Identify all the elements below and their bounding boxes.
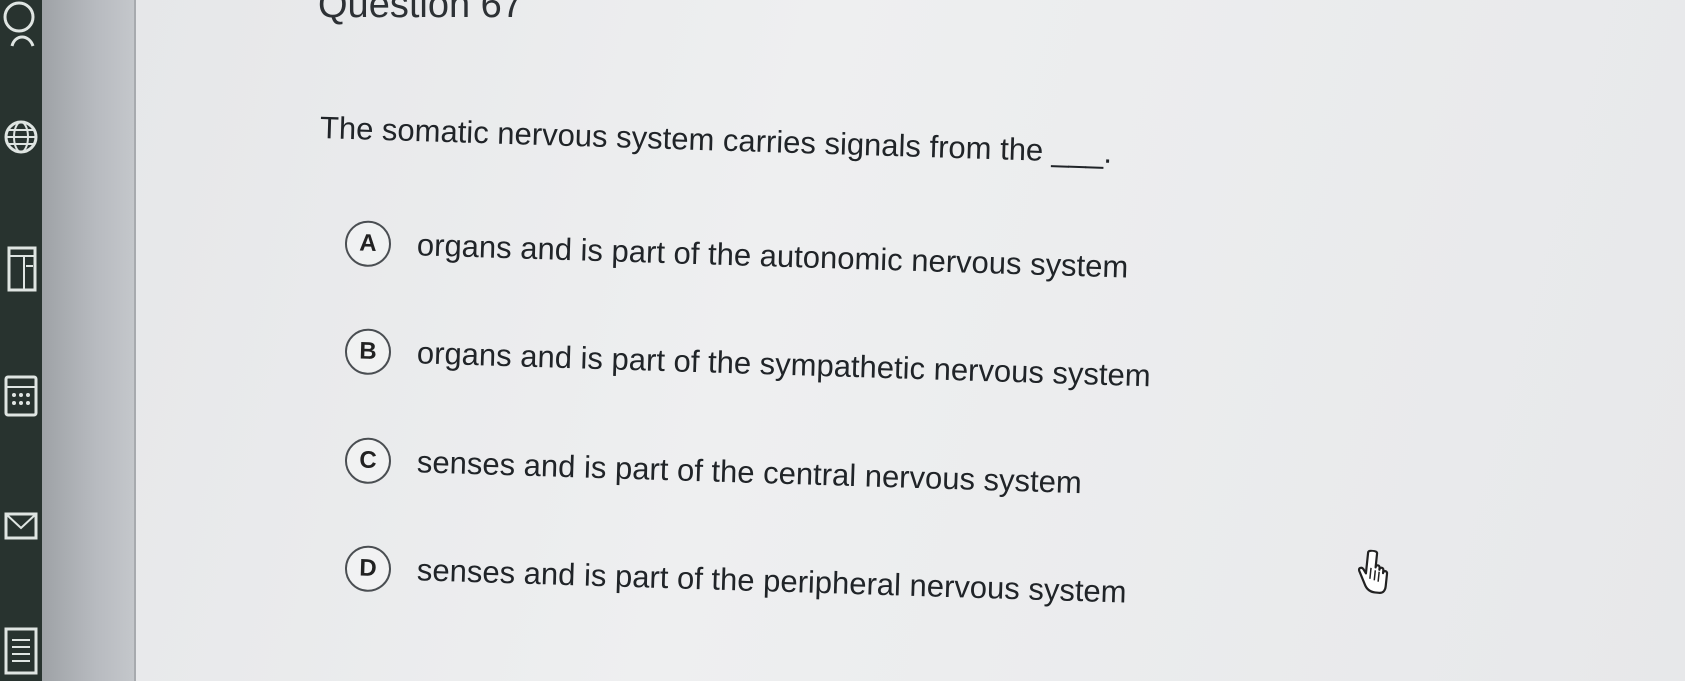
option-a-letter: A <box>344 220 392 268</box>
question-title: Question 67 <box>318 0 523 26</box>
calendar-icon[interactable] <box>0 365 42 425</box>
book-icon[interactable] <box>0 240 42 298</box>
option-b-letter: B <box>344 328 392 376</box>
document-icon[interactable] <box>0 620 42 681</box>
mail-icon[interactable] <box>0 505 42 547</box>
option-d-letter: D <box>344 545 392 593</box>
left-sidebar <box>0 0 42 681</box>
option-c-letter: C <box>344 437 392 485</box>
hand-pointer-icon <box>1352 548 1393 598</box>
question-icon[interactable] <box>0 0 42 54</box>
globe-icon[interactable] <box>0 112 42 162</box>
left-gutter <box>42 0 134 681</box>
